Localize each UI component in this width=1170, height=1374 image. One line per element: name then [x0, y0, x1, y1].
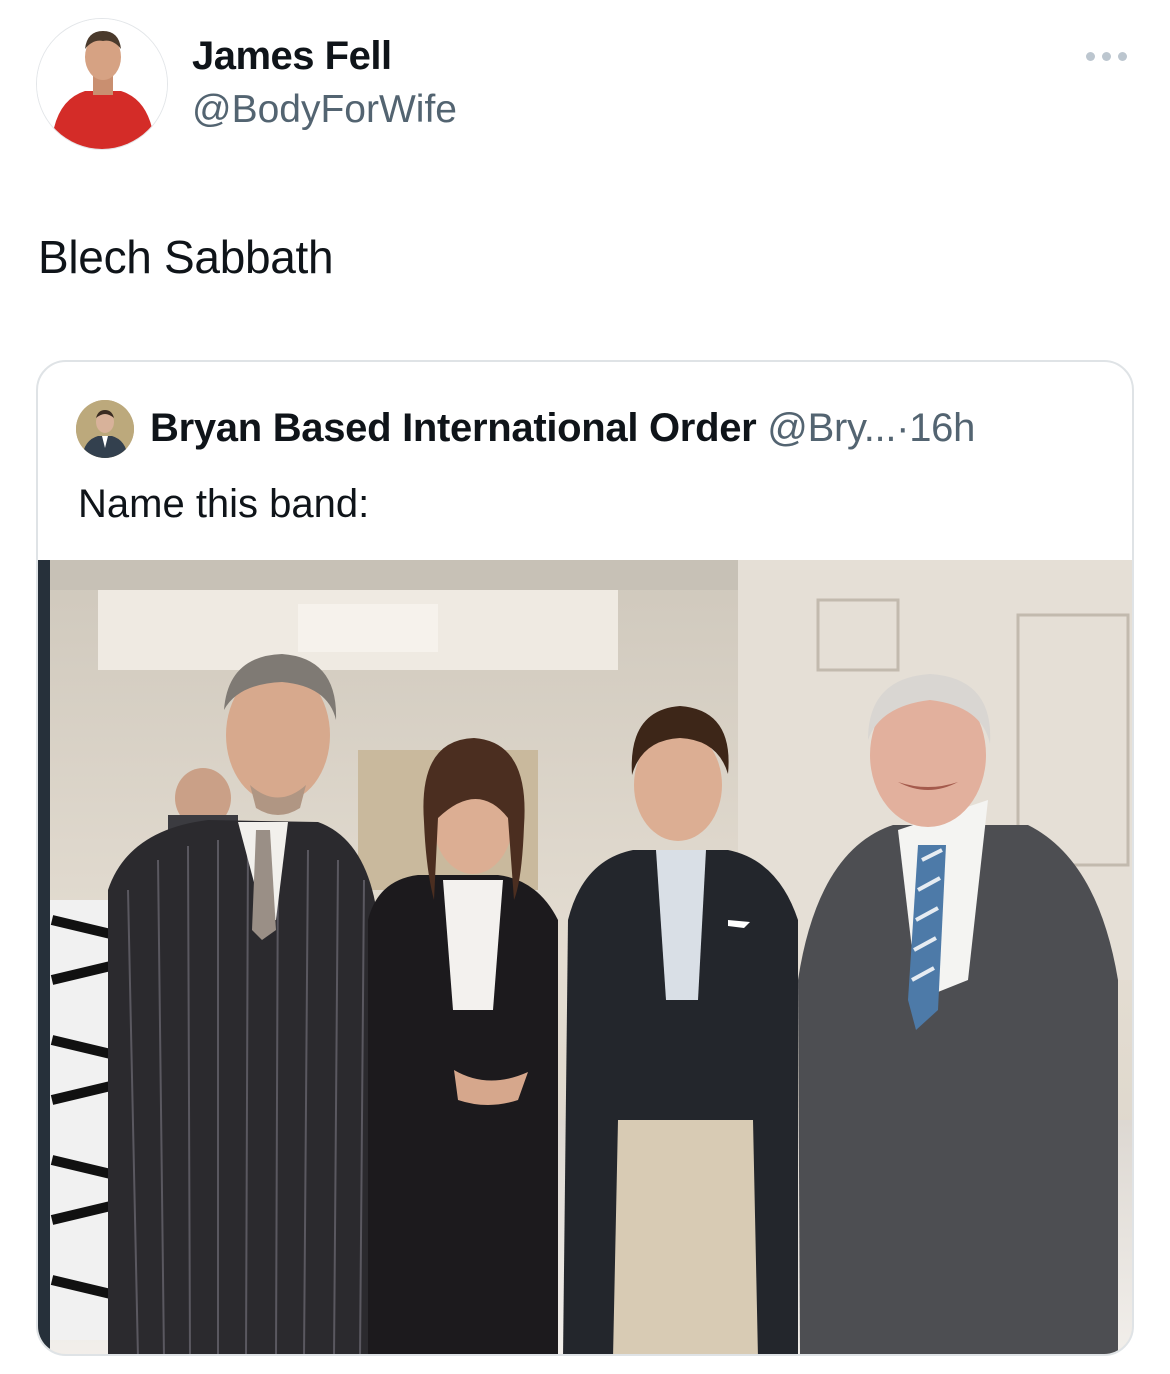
author-handle[interactable]: @BodyForWife	[192, 88, 457, 132]
quoted-tweet-card[interactable]: Bryan Based International Order @Bry...·…	[36, 360, 1134, 1356]
tweet-text: Blech Sabbath	[38, 231, 334, 283]
quoted-tweet-text: Name this band:	[78, 482, 370, 526]
quoted-author-handle[interactable]: @Bry...	[767, 406, 896, 450]
quoted-author-name[interactable]: Bryan Based International Order	[150, 406, 757, 450]
meta-separator: ·	[896, 406, 910, 450]
photo-image	[38, 560, 1132, 1354]
user-avatar-icon	[76, 400, 134, 458]
user-avatar-icon	[37, 19, 167, 149]
author-avatar[interactable]	[36, 18, 168, 150]
quoted-tweet-photo[interactable]	[38, 560, 1132, 1354]
more-options-icon[interactable]	[1086, 46, 1132, 66]
quoted-tweet-header: Bryan Based International Order @Bry...·…	[150, 406, 975, 451]
quoted-author-avatar[interactable]	[76, 400, 134, 458]
author-display-name[interactable]: James Fell	[192, 34, 392, 79]
quoted-tweet-timestamp[interactable]: 16h	[909, 406, 975, 450]
